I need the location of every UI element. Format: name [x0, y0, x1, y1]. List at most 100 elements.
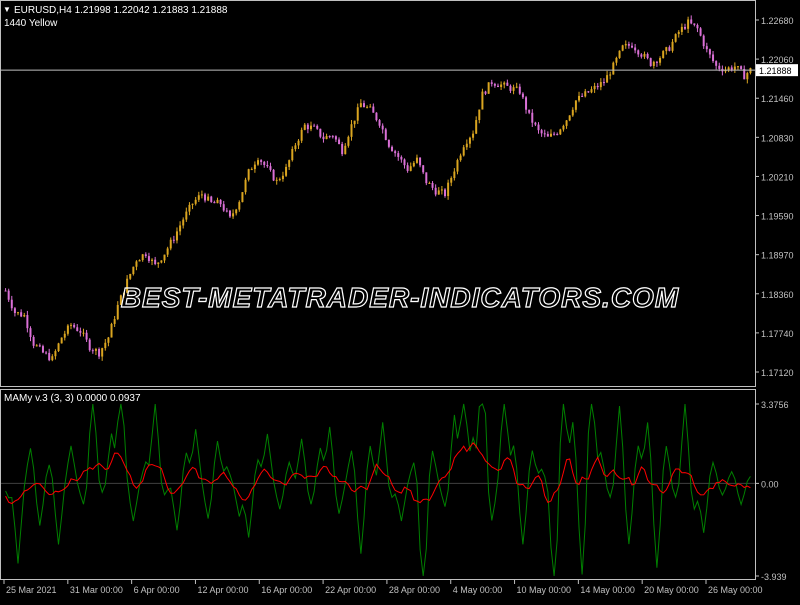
- time-tick-label: 14 May 00:00: [580, 585, 635, 595]
- candle-body: [400, 156, 403, 160]
- time-tick-label: 25 Mar 2021: [6, 585, 57, 595]
- candle-body: [266, 164, 269, 167]
- candle-body: [447, 182, 450, 197]
- candle-body: [169, 239, 172, 249]
- candle-body: [568, 115, 571, 121]
- candle-body: [730, 67, 733, 70]
- candle-body: [26, 315, 29, 329]
- candle-body: [652, 61, 655, 66]
- trading-chart[interactable]: 1.22680 1.22060 1.21460 1.20830 1.20210 1.195…: [0, 0, 800, 600]
- price-tick-label: 1.22680: [761, 16, 794, 26]
- chart-symbol-header: EURUSD,H4 1.21998 1.22042 1.21883 1.2188…: [14, 5, 228, 16]
- candle-body: [57, 343, 60, 352]
- candle-body: [179, 225, 182, 232]
- candle-body: [197, 195, 200, 200]
- candle-body: [397, 153, 400, 157]
- candle-body: [325, 136, 328, 140]
- candle-body: [687, 19, 690, 29]
- candle-body: [23, 315, 26, 317]
- candle-body: [94, 349, 97, 351]
- candle-body: [288, 160, 291, 167]
- candle-body: [63, 333, 66, 338]
- candle-body: [746, 73, 749, 80]
- candle-body: [431, 182, 434, 188]
- candle-body: [665, 47, 668, 52]
- candle-body: [188, 204, 191, 212]
- chart-menu-icon[interactable]: ▼: [3, 5, 11, 14]
- candle-body: [440, 189, 443, 191]
- candle-body: [113, 319, 116, 324]
- candle-body: [7, 290, 10, 300]
- price-tick-label: 1.18360: [761, 290, 794, 300]
- candle-body: [144, 254, 147, 257]
- candle-body: [219, 199, 222, 205]
- price-tick-label: 1.18970: [761, 251, 794, 261]
- candle-body: [391, 146, 394, 152]
- candle-body: [297, 140, 300, 146]
- candle-body: [453, 171, 456, 179]
- candle-body: [546, 133, 549, 137]
- candle-body: [328, 136, 331, 138]
- candle-body: [110, 323, 113, 338]
- candle-body: [565, 120, 568, 126]
- candle-body: [740, 66, 743, 69]
- candle-body: [518, 86, 521, 94]
- candle-body: [17, 312, 20, 314]
- candle-body: [434, 187, 437, 195]
- time-tick-label: 28 Apr 00:00: [389, 585, 440, 595]
- candle-body: [350, 124, 353, 137]
- candle-body: [559, 129, 562, 135]
- candle-body: [319, 128, 322, 137]
- candle-body: [609, 74, 612, 76]
- candle-body: [528, 109, 531, 113]
- candle-body: [132, 266, 135, 274]
- watermark: BEST-METATRADER-INDICATORS.COM: [121, 282, 679, 313]
- candle-body: [627, 43, 630, 46]
- candle-body: [313, 125, 316, 127]
- candle-body: [300, 129, 303, 141]
- candle-body: [138, 260, 141, 262]
- candle-body: [291, 149, 294, 161]
- time-tick-label: 16 Apr 00:00: [261, 585, 312, 595]
- candle-body: [415, 157, 418, 163]
- candle-body: [91, 350, 94, 352]
- candle-body: [631, 45, 634, 48]
- candle-body: [671, 41, 674, 51]
- candle-body: [175, 231, 178, 241]
- candle-body: [683, 26, 686, 29]
- candle-body: [428, 182, 431, 184]
- candle-body: [166, 248, 169, 255]
- candle-body: [562, 125, 565, 130]
- candle-body: [596, 85, 599, 88]
- candle-body: [281, 175, 284, 180]
- candle-body: [228, 210, 231, 217]
- candle-body: [263, 161, 266, 165]
- candle-body: [163, 254, 166, 261]
- candle-body: [590, 89, 593, 93]
- candle-body: [204, 194, 207, 201]
- candle-body: [101, 348, 104, 357]
- candle-body: [241, 192, 244, 203]
- candle-body: [253, 164, 256, 170]
- candle-body: [677, 31, 680, 35]
- candle-body: [705, 46, 708, 50]
- indicator-label: 1440 Yellow: [4, 18, 58, 29]
- candle-body: [668, 47, 671, 51]
- candle-body: [76, 327, 79, 331]
- candle-body: [708, 49, 711, 55]
- candle-body: [250, 169, 253, 171]
- candle-body: [556, 134, 559, 136]
- time-tick-label: 4 May 00:00: [453, 585, 503, 595]
- candle-body: [378, 120, 381, 126]
- time-tick-label: 26 May 00:00: [708, 585, 763, 595]
- candle-body: [702, 35, 705, 47]
- candle-body: [500, 84, 503, 87]
- candle-body: [515, 86, 518, 88]
- candle-body: [172, 239, 175, 241]
- candle-body: [693, 23, 696, 25]
- candle-body: [260, 160, 263, 162]
- price-tick-label: 1.22060: [761, 55, 794, 65]
- candle-body: [468, 137, 471, 144]
- candle-body: [107, 337, 110, 343]
- candle-body: [606, 75, 609, 83]
